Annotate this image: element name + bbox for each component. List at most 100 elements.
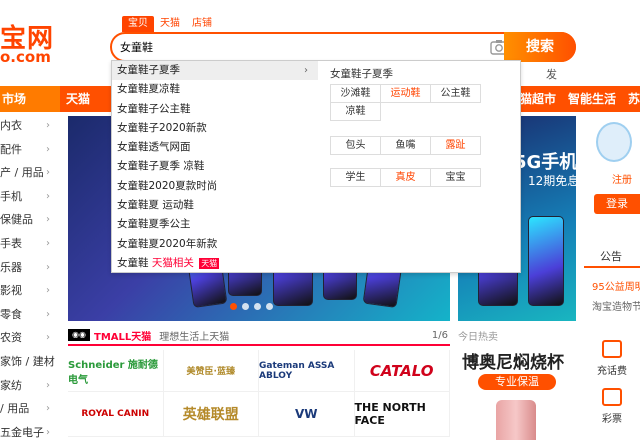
suggestion-text: 女童鞋子夏季 bbox=[117, 64, 180, 76]
brand-logo[interactable]: Gateman ASSA ABLOY bbox=[259, 350, 355, 392]
carousel-dot[interactable] bbox=[242, 303, 249, 310]
nav-link-suning[interactable]: 苏宁 bbox=[628, 86, 640, 112]
chevron-right-icon: › bbox=[46, 190, 50, 202]
category-item[interactable]: 影视 › bbox=[0, 279, 60, 303]
category-item[interactable]: 农资 › bbox=[0, 326, 60, 350]
category-item[interactable]: 产 / 用品 › bbox=[0, 161, 60, 185]
tmall-brand-strip: ◉◉ TMALL天猫 理想生活上天猫 1/6 bbox=[68, 326, 450, 346]
carousel-dot[interactable] bbox=[230, 303, 237, 310]
attribute-tag[interactable]: 真皮 bbox=[380, 168, 431, 187]
attribute-tag[interactable]: 宝宝 bbox=[430, 168, 481, 187]
search-input[interactable] bbox=[120, 38, 480, 56]
category-item[interactable]: 配件 › bbox=[0, 138, 60, 162]
tab-shops[interactable]: 店铺 bbox=[186, 16, 218, 32]
suggestion-text: 女童鞋子公主鞋 bbox=[117, 102, 191, 115]
chevron-right-icon: › bbox=[46, 285, 50, 297]
category-label: / 用品 bbox=[0, 402, 30, 416]
suggestion-text: 女童鞋夏季公主 bbox=[117, 218, 191, 231]
attribute-tag[interactable]: 包头 bbox=[330, 136, 381, 155]
attribute-tag[interactable]: 公主鞋 bbox=[430, 84, 481, 103]
nav-tmall[interactable]: 天猫 bbox=[66, 86, 90, 112]
brand-logo[interactable]: THE NORTH FACE bbox=[354, 392, 450, 437]
attribute-tag[interactable]: 凉鞋 bbox=[330, 102, 381, 121]
tab-items[interactable]: 宝贝 bbox=[122, 16, 154, 32]
register-link[interactable]: 注册 bbox=[612, 174, 640, 188]
hot-pill: 专业保温 bbox=[478, 374, 556, 390]
category-item[interactable]: 手表 › bbox=[0, 232, 60, 256]
brand-logo[interactable]: 英雄联盟 bbox=[163, 392, 259, 437]
category-label: 家纺 bbox=[0, 378, 22, 392]
suggestion-item[interactable]: 女童鞋子夏季 凉鞋 bbox=[112, 157, 318, 176]
category-item[interactable]: / 用品 › bbox=[0, 397, 60, 421]
suggestion-item[interactable]: 女童鞋夏 运动鞋 bbox=[112, 196, 318, 215]
hot-word-text[interactable]: 发 bbox=[546, 66, 557, 82]
brand-logo[interactable]: VW bbox=[259, 392, 355, 437]
category-label: 手机 bbox=[0, 189, 22, 203]
notice-tab[interactable]: 公告 bbox=[584, 248, 640, 268]
category-item[interactable]: 手机 › bbox=[0, 185, 60, 209]
category-item[interactable]: 家纺 › bbox=[0, 374, 60, 398]
category-item[interactable]: 五金电子 › bbox=[0, 421, 60, 444]
suggestion-text: 女童鞋夏2020年新款 bbox=[117, 237, 218, 250]
brand-grid: Schneider 施耐德电气 美赞臣·蓝臻 Gateman ASSA ABLO… bbox=[68, 350, 450, 437]
service-label: 充话费 bbox=[597, 366, 627, 377]
chevron-right-icon: › bbox=[46, 403, 50, 415]
carousel-dot[interactable] bbox=[266, 303, 273, 310]
chevron-right-icon: › bbox=[304, 65, 308, 76]
notice-line[interactable]: 95公益周明年 bbox=[592, 278, 640, 293]
suggestion-tmall[interactable]: 女童鞋 天猫相关 天猫 bbox=[112, 254, 318, 273]
suggestion-item[interactable]: 女童鞋子公主鞋 bbox=[112, 100, 318, 119]
suggestion-text: 女童鞋子2020新款 bbox=[117, 121, 207, 134]
carousel-dot[interactable] bbox=[254, 303, 261, 310]
hot-headline: 博奥尼焖烧杯 bbox=[462, 353, 564, 373]
notice-line[interactable]: 淘宝造物节 bbox=[592, 298, 640, 313]
chevron-right-icon: › bbox=[46, 167, 50, 179]
brand-logo[interactable]: ROYAL CANIN bbox=[68, 392, 164, 437]
site-logo[interactable]: 宝网 o.com bbox=[0, 18, 70, 68]
chevron-right-icon: › bbox=[46, 237, 50, 249]
brand-logo[interactable]: CATALO bbox=[354, 350, 450, 392]
tab-tmall[interactable]: 天猫 bbox=[154, 16, 186, 32]
attribute-tag[interactable]: 运动鞋 bbox=[380, 84, 431, 103]
category-item[interactable]: 家饰 / 建材 › bbox=[0, 350, 60, 374]
suggestion-item[interactable]: 女童鞋2020夏款时尚 bbox=[112, 177, 318, 196]
search-suggestion-dropdown: 女童鞋子夏季 › 女童鞋夏凉鞋 女童鞋子公主鞋 女童鞋子2020新款 女童鞋透气网面 女童鞋… bbox=[111, 60, 521, 273]
suggestion-item[interactable]: 女童鞋子2020新款 bbox=[112, 119, 318, 138]
attribute-group: 包头 鱼嘴 露趾 bbox=[330, 136, 481, 155]
attribute-tag[interactable]: 沙滩鞋 bbox=[330, 84, 381, 103]
product-image bbox=[496, 400, 536, 440]
suggestion-item[interactable]: 女童鞋夏2020年新款 bbox=[112, 235, 318, 254]
service-lottery[interactable]: 彩票 bbox=[584, 388, 640, 425]
suggestion-item[interactable]: 女童鞋子夏季 › bbox=[112, 61, 318, 81]
brand-logo[interactable]: Schneider 施耐德电气 bbox=[68, 350, 164, 392]
attribute-tag[interactable]: 学生 bbox=[330, 168, 381, 187]
attribute-tag[interactable]: 鱼嘴 bbox=[380, 136, 431, 155]
suggestion-text: 女童鞋夏 运动鞋 bbox=[117, 199, 194, 212]
category-sidebar: 内衣 › 配件 › 产 / 用品 › 手机 › 保健品 › 手表 › 乐器 › 影视 › 零食 › 农资 › 家饰 / … bbox=[0, 114, 60, 444]
service-recharge[interactable]: 充话费 bbox=[584, 340, 640, 377]
tmall-logo[interactable]: ◉◉ TMALL天猫 bbox=[68, 328, 151, 343]
category-item[interactable]: 零食 › bbox=[0, 303, 60, 327]
nav-link-smart-life[interactable]: 智能生活 bbox=[568, 86, 616, 112]
tmall-cat-icon: ◉◉ bbox=[68, 329, 90, 341]
search-button[interactable]: 搜索 bbox=[504, 32, 576, 62]
chevron-right-icon: › bbox=[46, 214, 50, 226]
today-hot-card[interactable]: 博奥尼焖烧杯 专业保温 bbox=[458, 346, 576, 440]
brand-logo[interactable]: 美赞臣·蓝臻 bbox=[163, 350, 259, 392]
suggestion-text: 女童鞋2020夏款时尚 bbox=[117, 179, 218, 192]
brand-page-indicator: 1/6 bbox=[431, 329, 448, 341]
category-label: 保健品 bbox=[0, 213, 33, 227]
attribute-tag[interactable]: 露趾 bbox=[430, 136, 481, 155]
suggestion-item[interactable]: 女童鞋透气网面 bbox=[112, 138, 318, 157]
side-banner-title: 5G手机 bbox=[514, 152, 576, 173]
category-item[interactable]: 乐器 › bbox=[0, 256, 60, 280]
category-item[interactable]: 内衣 › bbox=[0, 114, 60, 138]
category-label: 乐器 bbox=[0, 260, 22, 274]
nav-market[interactable]: 市场 bbox=[0, 86, 60, 112]
suggestion-item[interactable]: 女童鞋夏凉鞋 bbox=[112, 80, 318, 99]
phone-image bbox=[528, 216, 564, 306]
suggestion-item[interactable]: 女童鞋夏季公主 bbox=[112, 215, 318, 234]
suggestion-text: 女童鞋夏凉鞋 bbox=[117, 83, 180, 96]
login-button[interactable]: 登录 bbox=[594, 194, 640, 214]
category-item[interactable]: 保健品 › bbox=[0, 208, 60, 232]
